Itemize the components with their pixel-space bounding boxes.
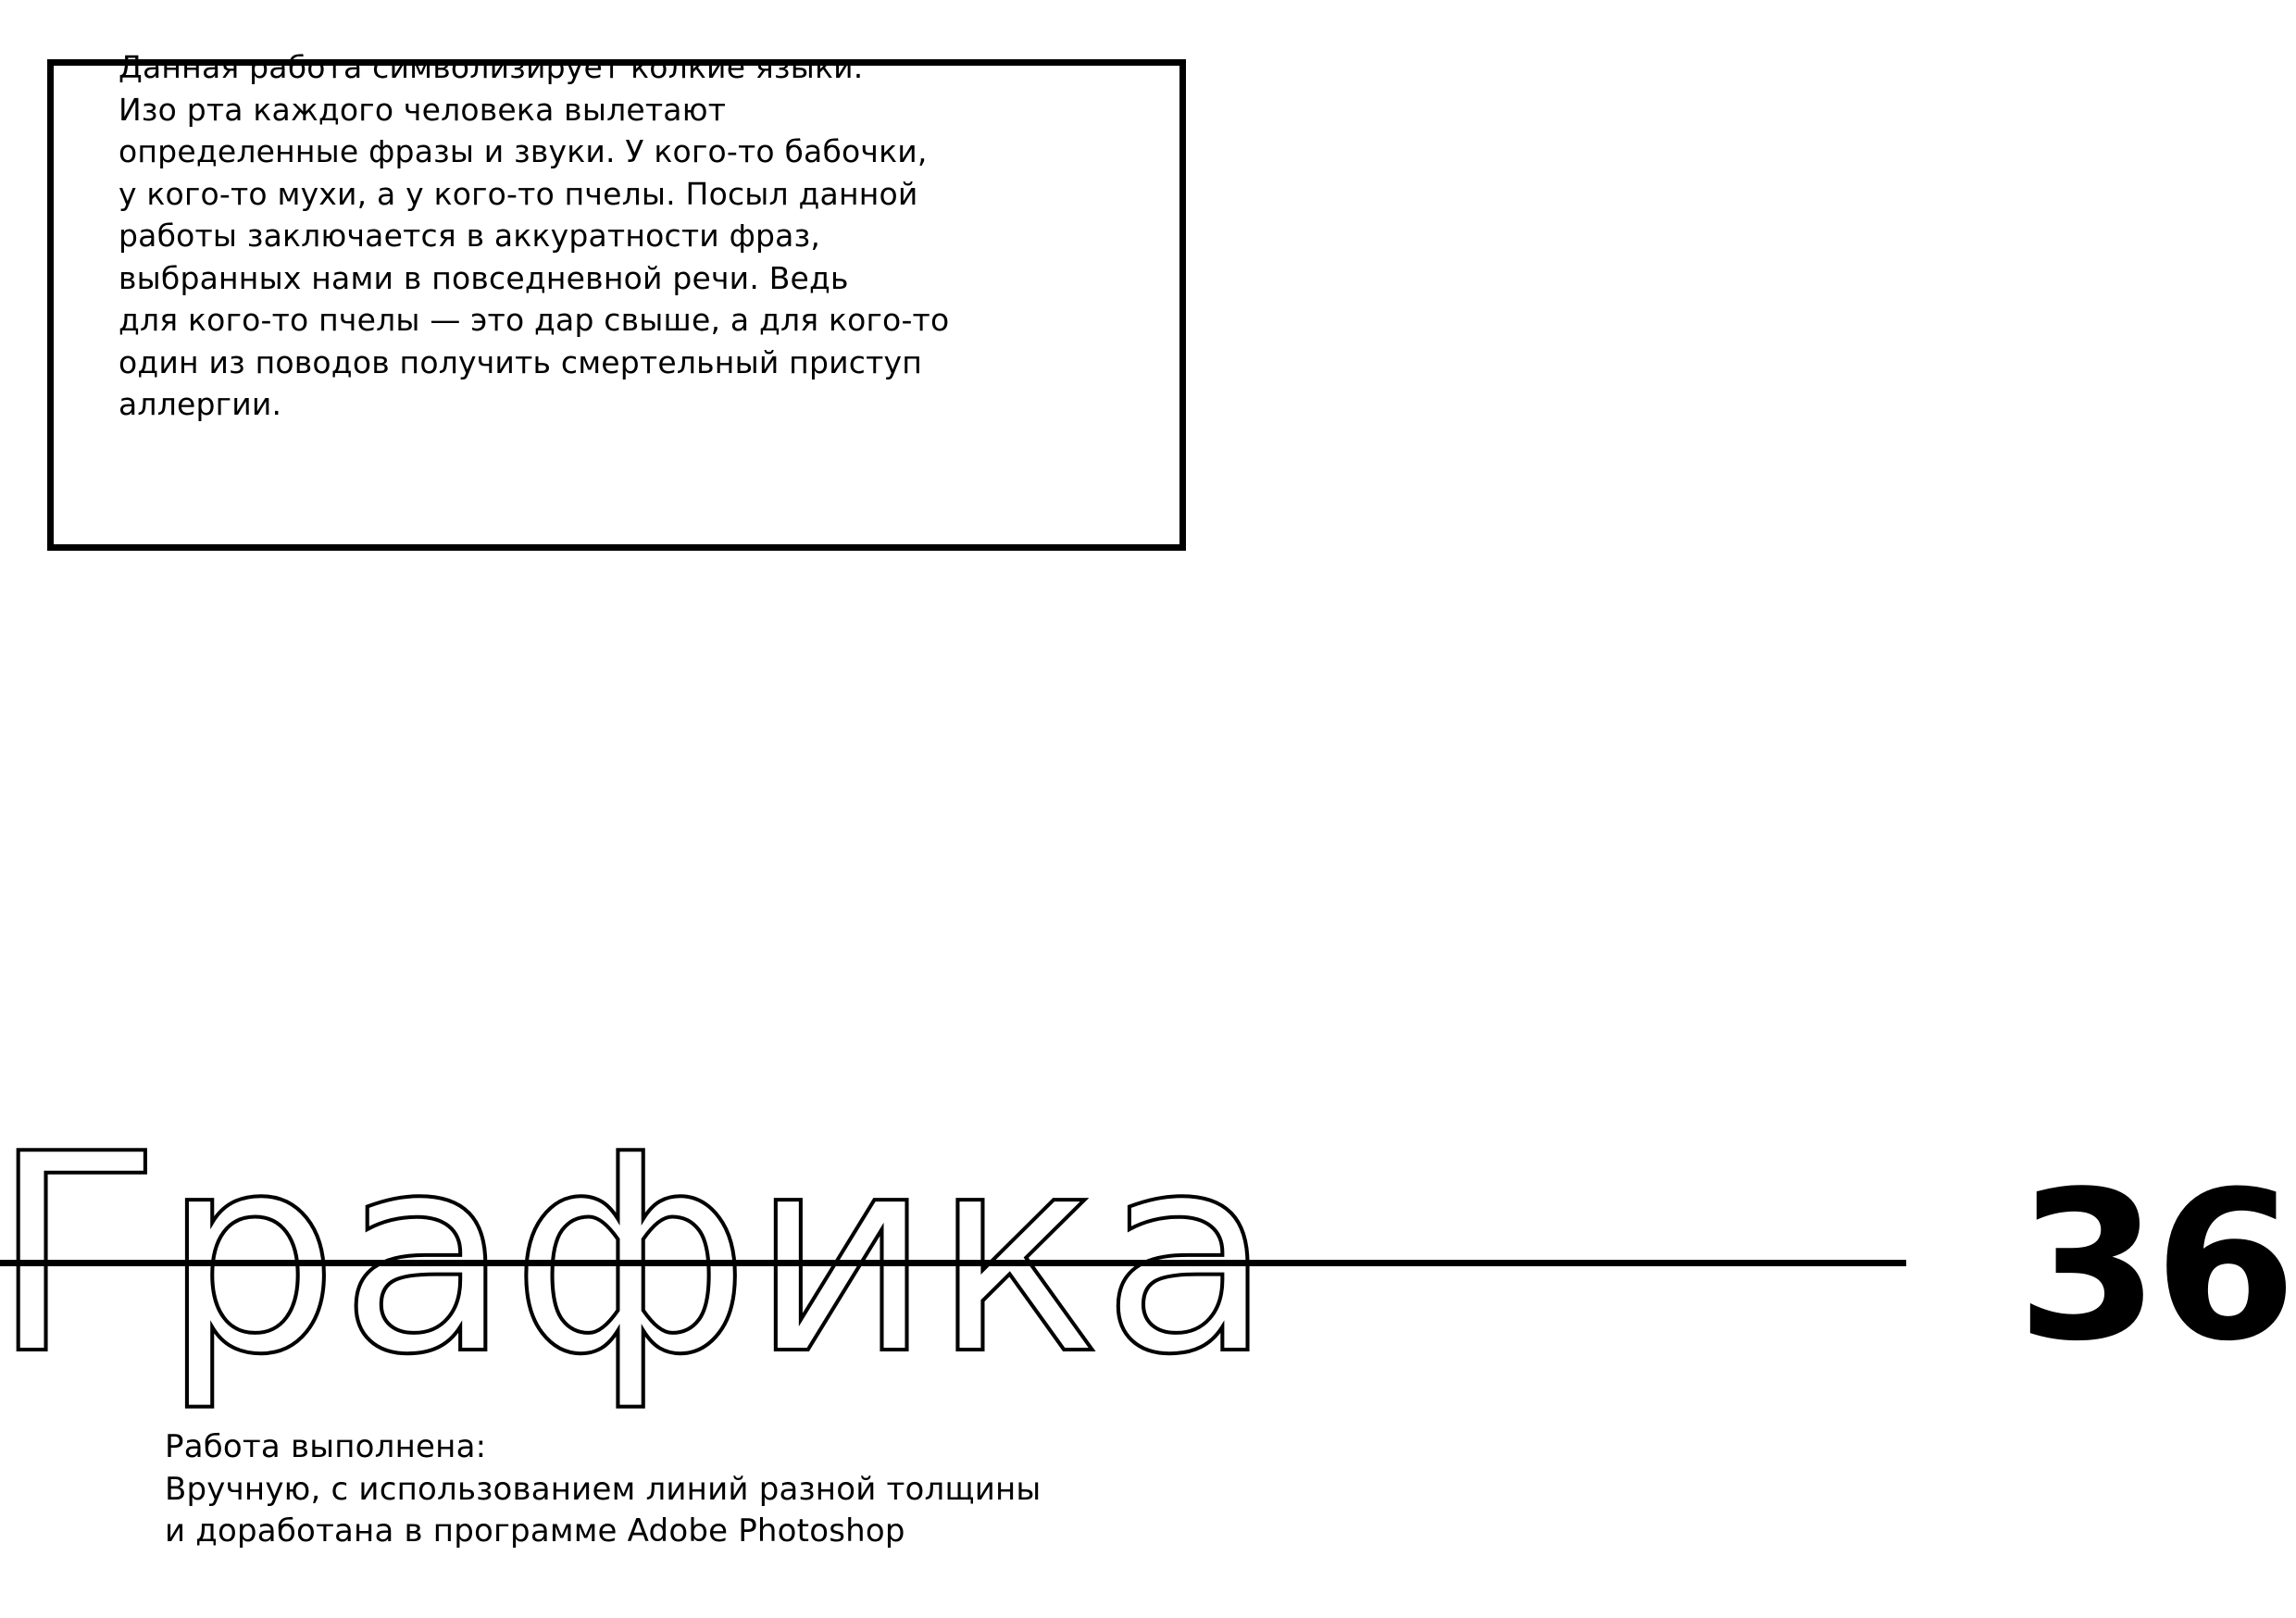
description-text: Данная работа символизирует колкие языки… <box>119 49 950 422</box>
method-text: Работа выполнена: Вручную, с использован… <box>165 1428 1042 1550</box>
page-title: Графика <box>0 1095 1273 1414</box>
title-strike-line <box>0 1260 1906 1266</box>
title-outline: Графика <box>0 1093 1275 1416</box>
page-number: 36 <box>2016 1148 2296 1387</box>
